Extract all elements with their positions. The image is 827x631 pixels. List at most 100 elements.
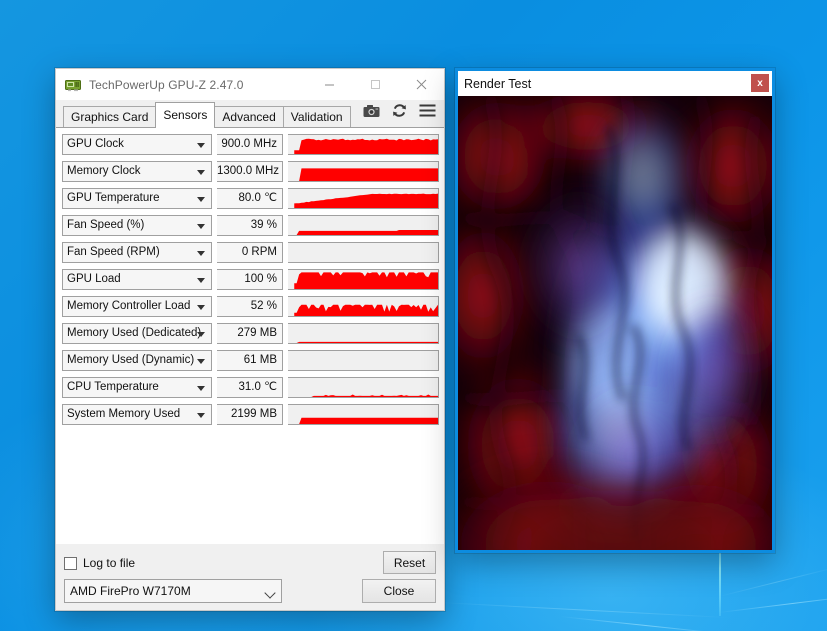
gpuz-window-title: TechPowerUp GPU-Z 2.47.0 <box>89 78 243 92</box>
chevron-down-icon <box>197 197 205 202</box>
sensor-value: 31.0 ℃ <box>217 377 283 398</box>
sensor-row: Memory Controller Load 52 % <box>62 296 439 317</box>
chevron-down-icon <box>197 386 205 391</box>
chevron-down-icon <box>197 332 205 337</box>
chevron-down-icon <box>197 359 205 364</box>
sensor-name-dropdown[interactable]: Memory Used (Dedicated) <box>62 323 212 344</box>
sensor-name-dropdown[interactable]: Fan Speed (%) <box>62 215 212 236</box>
render-test-close-button[interactable]: x <box>751 74 769 92</box>
log-to-file-label: Log to file <box>83 556 135 570</box>
wallpaper-ray-2 <box>560 616 729 631</box>
sensor-name-dropdown[interactable]: Memory Used (Dynamic) <box>62 350 212 371</box>
tab-validation[interactable]: Validation <box>283 106 351 127</box>
sensor-name-label: System Memory Used <box>67 408 180 420</box>
chevron-down-icon <box>197 413 205 418</box>
reset-button[interactable]: Reset <box>383 551 436 574</box>
sensor-name-dropdown[interactable]: Memory Clock <box>62 161 212 182</box>
sensor-graph <box>288 188 439 209</box>
sensor-value: 0 RPM <box>217 242 283 263</box>
gpuz-titlebar[interactable]: TechPowerUp GPU-Z 2.47.0 <box>56 69 444 100</box>
sensor-row: GPU Load 100 % <box>62 269 439 290</box>
sensor-name-dropdown[interactable]: System Memory Used <box>62 404 212 425</box>
wallpaper-ray-4 <box>719 567 827 597</box>
sensor-name-label: Memory Used (Dynamic) <box>67 354 194 366</box>
gpuz-footer: Log to file Reset AMD FirePro W7170M Clo… <box>56 544 444 610</box>
gpuz-tab-bar: Graphics Card Sensors Advanced Validatio… <box>56 100 444 128</box>
sensor-list: GPU Clock 900.0 MHz Memory Clock 1300.0 MHz… <box>62 134 439 425</box>
log-to-file-row[interactable]: Log to file <box>64 550 436 576</box>
sensor-name-label: Memory Controller Load <box>67 300 190 312</box>
sensor-name-label: Memory Clock <box>67 165 140 177</box>
sensor-graph <box>288 215 439 236</box>
sensor-graph <box>288 323 439 344</box>
sensor-name-label: CPU Temperature <box>67 381 159 393</box>
hamburger-menu-icon[interactable] <box>419 104 436 122</box>
sensors-panel: GPU Clock 900.0 MHz Memory Clock 1300.0 MHz… <box>56 128 444 544</box>
chevron-down-icon <box>197 224 205 229</box>
sensor-graph <box>288 242 439 263</box>
sensor-graph <box>288 161 439 182</box>
sensor-graph <box>288 377 439 398</box>
chevron-down-icon <box>197 278 205 283</box>
sensor-value: 39 % <box>217 215 283 236</box>
gpuz-toolbar <box>363 103 436 123</box>
wallpaper-ray-1 <box>719 594 827 613</box>
sensor-name-label: Fan Speed (RPM) <box>67 246 160 258</box>
gpu-select-dropdown[interactable]: AMD FirePro W7170M <box>64 579 282 603</box>
sensor-row: Fan Speed (%) 39 % <box>62 215 439 236</box>
chevron-down-icon <box>197 305 205 310</box>
sensor-value: 900.0 MHz <box>217 134 283 155</box>
sensor-row: Memory Used (Dynamic)61 MB <box>62 350 439 371</box>
sensor-name-label: GPU Load <box>67 273 121 285</box>
render-test-canvas <box>458 96 772 550</box>
sensor-row: System Memory Used 2199 MB <box>62 404 439 425</box>
sensor-name-dropdown[interactable]: GPU Clock <box>62 134 212 155</box>
minimize-icon[interactable] <box>306 69 352 100</box>
sensor-graph <box>288 134 439 155</box>
chevron-down-icon <box>197 170 205 175</box>
sensor-name-label: Memory Used (Dedicated) <box>67 327 201 339</box>
sensor-name-label: GPU Temperature <box>67 192 159 204</box>
tab-graphics-card[interactable]: Graphics Card <box>63 106 156 127</box>
gpu-select-value: AMD FirePro W7170M <box>70 584 191 598</box>
sensor-row: Memory Used (Dedicated) 279 MB <box>62 323 439 344</box>
tab-advanced[interactable]: Advanced <box>214 106 283 127</box>
sensor-graph <box>288 296 439 317</box>
close-icon[interactable] <box>398 69 444 100</box>
sensor-name-dropdown[interactable]: GPU Load <box>62 269 212 290</box>
sensor-value: 80.0 ℃ <box>217 188 283 209</box>
sensor-name-label: GPU Clock <box>67 138 124 150</box>
log-to-file-checkbox[interactable] <box>64 557 77 570</box>
chevron-down-icon <box>197 251 205 256</box>
refresh-icon[interactable] <box>392 103 407 123</box>
sensor-name-dropdown[interactable]: GPU Temperature <box>62 188 212 209</box>
tab-sensors[interactable]: Sensors <box>155 102 215 128</box>
sensor-row: GPU Temperature 80.0 ℃ <box>62 188 439 209</box>
render-test-titlebar[interactable]: Render Test x <box>458 71 772 96</box>
render-test-title: Render Test <box>464 77 531 91</box>
sensor-graph <box>288 269 439 290</box>
sensor-row: Fan Speed (RPM) 0 RPM <box>62 242 439 263</box>
sensor-row: GPU Clock 900.0 MHz <box>62 134 439 155</box>
sensor-name-dropdown[interactable]: CPU Temperature <box>62 377 212 398</box>
graphics-card-icon <box>65 77 81 93</box>
sensor-value: 52 % <box>217 296 283 317</box>
sensor-row: CPU Temperature 31.0 ℃ <box>62 377 439 398</box>
sensor-row: Memory Clock 1300.0 MHz <box>62 161 439 182</box>
sensor-value: 279 MB <box>217 323 283 344</box>
chevron-down-icon <box>264 587 275 598</box>
sensor-value: 2199 MB <box>217 404 283 425</box>
sensor-value: 100 % <box>217 269 283 290</box>
gpuz-window: TechPowerUp GPU-Z 2.47.0 Graphics Card S… <box>55 68 445 611</box>
sensor-graph <box>288 350 439 371</box>
camera-icon[interactable] <box>363 104 380 123</box>
chevron-down-icon <box>197 143 205 148</box>
maximize-icon[interactable] <box>352 69 398 100</box>
sensor-name-dropdown[interactable]: Memory Controller Load <box>62 296 212 317</box>
sensor-value: 1300.0 MHz <box>217 161 283 182</box>
window-controls <box>306 69 444 100</box>
close-button[interactable]: Close <box>362 579 436 603</box>
sensor-name-dropdown[interactable]: Fan Speed (RPM) <box>62 242 212 263</box>
plasma-render-image <box>458 96 772 550</box>
sensor-name-label: Fan Speed (%) <box>67 219 144 231</box>
